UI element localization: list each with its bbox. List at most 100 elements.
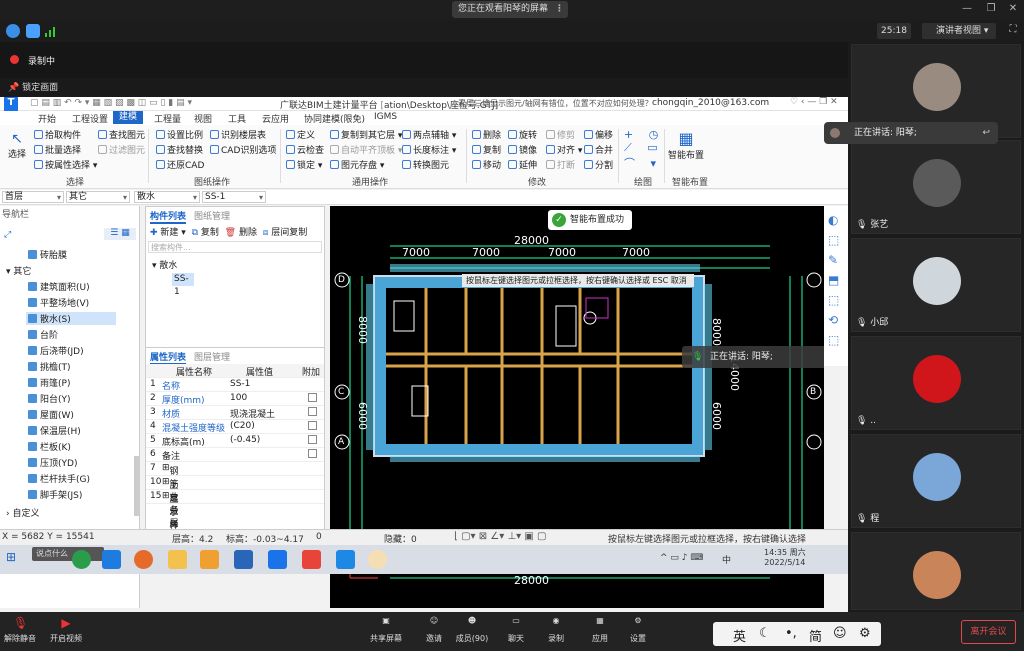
ime-english[interactable]: 英: [733, 626, 746, 645]
nav-group-custom[interactable]: › 自定义: [6, 506, 39, 519]
more-icon[interactable]: ⋮: [555, 1, 564, 18]
floor-copy-button[interactable]: ⧈ 层间复制: [263, 228, 308, 238]
share-screen-button[interactable]: ▣ 共享屏幕: [368, 614, 404, 650]
table-row[interactable]: 15⊞ 显示样式: [146, 490, 324, 544]
table-row[interactable]: 2 厚度(mm) 100: [146, 392, 324, 406]
nav-item-canopy[interactable]: 雨篷(P): [28, 376, 70, 389]
record-button[interactable]: ◉ 录制: [538, 614, 574, 650]
delete-button[interactable]: 删除: [472, 128, 501, 141]
nav-item-brick-mold[interactable]: 砖胎膜: [28, 248, 67, 261]
menu-quantity[interactable]: 工程量: [154, 112, 181, 125]
select-big-button[interactable]: ↖ 选择: [6, 131, 28, 160]
offset-button[interactable]: 偏移: [584, 128, 613, 141]
align-button[interactable]: 对齐 ▾: [546, 143, 582, 156]
copy-button[interactable]: 复制: [472, 143, 501, 156]
split-button[interactable]: 分割: [584, 158, 613, 171]
save-element-button[interactable]: 图元存盘 ▾: [330, 158, 384, 171]
nav-item-post-pour[interactable]: 后浇带(JD): [28, 344, 84, 357]
table-row[interactable]: 5 底标高(m) (-0.45): [146, 434, 324, 448]
trim-button[interactable]: 修剪: [546, 128, 575, 141]
smart-layout-button[interactable]: ▦ 智能布置: [668, 129, 704, 161]
tray-icons[interactable]: ^ ▭ ♪ ⌨: [660, 553, 703, 563]
floor-select[interactable]: 首层: [2, 191, 64, 203]
extra-checkbox[interactable]: [308, 449, 317, 458]
component-search-input[interactable]: 搜索构件...: [148, 241, 322, 253]
copy-to-floor-button[interactable]: 复制到其它层 ▾: [330, 128, 402, 141]
extra-checkbox[interactable]: [308, 421, 317, 430]
menu-igms[interactable]: IGMS: [374, 112, 397, 122]
tab-component-list[interactable]: 构件列表: [150, 209, 187, 224]
view-toggle-icon[interactable]: ☰ ▦: [104, 228, 136, 240]
nav-item-parapet[interactable]: 栏板(K): [28, 440, 71, 453]
extra-checkbox[interactable]: [308, 407, 317, 416]
view-mode-button[interactable]: 演讲者视图 ▾: [922, 23, 996, 39]
auto-align-button[interactable]: 自动平齐顶板 ▾: [330, 143, 402, 156]
chrome-icon[interactable]: [72, 550, 91, 569]
nav-group-other[interactable]: ▾ 其它: [6, 264, 31, 277]
app-orange-icon[interactable]: [200, 550, 219, 569]
nav-item-eave[interactable]: 挑檐(T): [28, 360, 71, 373]
leave-meeting-button[interactable]: 离开会议: [961, 620, 1016, 644]
convert-element-button[interactable]: 转换图元: [402, 158, 449, 171]
nav-item-scaffold[interactable]: 脚手架(JS): [28, 488, 82, 501]
meeting-info-icon[interactable]: [6, 24, 20, 38]
participant-tile[interactable]: 🎙 程: [851, 434, 1021, 528]
start-video-button[interactable]: ▶ 开启视频: [48, 614, 84, 650]
tab-drawing-manage[interactable]: 图纸管理: [194, 209, 230, 222]
tree-child-ss1[interactable]: SS-1: [172, 273, 194, 297]
folder-icon[interactable]: [168, 550, 187, 569]
menu-start[interactable]: 开始: [38, 112, 56, 125]
security-shield-icon[interactable]: [26, 24, 40, 38]
nav-item-site-leveling[interactable]: 平整场地(V): [28, 296, 89, 309]
find-replace-button[interactable]: 查找替换: [156, 143, 203, 156]
view-tools-icons[interactable]: ◐ ⬚ ✎ ⬒ ⬚ ⟲ ⬚: [828, 210, 839, 350]
menu-cloud[interactable]: 云应用: [262, 112, 289, 125]
tree-parent[interactable]: ▾ 散水: [152, 258, 177, 271]
menu-view[interactable]: 视图: [194, 112, 212, 125]
table-row[interactable]: 4 混凝土强度等级 (C20): [146, 420, 324, 434]
break-button[interactable]: 打断: [546, 158, 575, 171]
unmute-button[interactable]: 🎙 解除静音: [2, 614, 38, 650]
settings-button[interactable]: ⚙ 设置: [620, 614, 656, 650]
minimize-icon[interactable]: —: [960, 3, 974, 14]
ime-toolbar[interactable]: 英 ☾ •, 简 ☺ ⚙: [713, 622, 881, 646]
glodon-icon[interactable]: [268, 550, 287, 569]
delete-comp-button[interactable]: 🗑 删除: [225, 228, 257, 238]
nav-scrollbar[interactable]: [134, 456, 139, 516]
table-row[interactable]: 7⊞ 钢筋业务属性: [146, 462, 324, 542]
emoji-icon[interactable]: ☺: [833, 626, 847, 641]
set-scale-button[interactable]: 设置比例: [156, 128, 203, 141]
nav-item-railing[interactable]: 栏杆扶手(G): [28, 472, 90, 485]
draw-tools[interactable]: + ◷ ⟋ ▭ ⌒ ▾: [624, 128, 664, 171]
restore-cad-button[interactable]: 还原CAD: [156, 158, 204, 171]
cloud-check-button[interactable]: 云检查: [286, 143, 324, 156]
ime-lang[interactable]: 中: [722, 553, 731, 566]
define-button[interactable]: 定义: [286, 128, 315, 141]
start-icon[interactable]: ⊞: [6, 550, 25, 569]
apps-button[interactable]: ▦ 应用: [582, 614, 618, 650]
select-by-property-button[interactable]: 按属性选择 ▾: [34, 158, 97, 171]
pick-component-button[interactable]: 拾取构件: [34, 128, 81, 141]
cad-options-button[interactable]: CAD识别选项: [210, 143, 276, 156]
batch-select-button[interactable]: 批量选择: [34, 143, 81, 156]
app-blue-icon[interactable]: [234, 550, 253, 569]
lock-button[interactable]: 锁定 ▾: [286, 158, 322, 171]
invite-button[interactable]: ☺ 邀请: [416, 614, 452, 650]
two-point-axis-button[interactable]: 两点辅轴 ▾: [402, 128, 456, 141]
table-row[interactable]: 6 备注: [146, 448, 324, 462]
menu-collab[interactable]: 协同建模(限免): [304, 112, 365, 125]
extend-button[interactable]: 延伸: [508, 158, 537, 171]
share-status-pill[interactable]: 您正在观看阳琴的屏幕 ⋮: [452, 1, 568, 18]
nav-item-insulation[interactable]: 保温层(H): [28, 424, 81, 437]
fullscreen-icon[interactable]: ⛶: [1006, 24, 1020, 35]
extra-checkbox[interactable]: [308, 435, 317, 444]
bim-app-icon[interactable]: [134, 550, 153, 569]
filter-element-button[interactable]: 过滤图元: [98, 143, 145, 156]
nav-item-coping[interactable]: 压顶(YD): [28, 456, 77, 469]
component-select[interactable]: SS-1: [202, 191, 266, 203]
quick-access-toolbar[interactable]: ▢ ▤ ▥ ↶ ↷ ▾ ▦ ▧ ▨ ▩ ◫ ▭ ▯ ▮ ▤ ▾: [30, 98, 192, 108]
move-button[interactable]: 移动: [472, 158, 501, 171]
account-label[interactable]: chongqin_2010@163.com: [652, 98, 769, 108]
members-button[interactable]: ☻ 成员(90): [454, 614, 490, 650]
lock-screen-tip[interactable]: 📌 锁定画面: [8, 80, 58, 93]
